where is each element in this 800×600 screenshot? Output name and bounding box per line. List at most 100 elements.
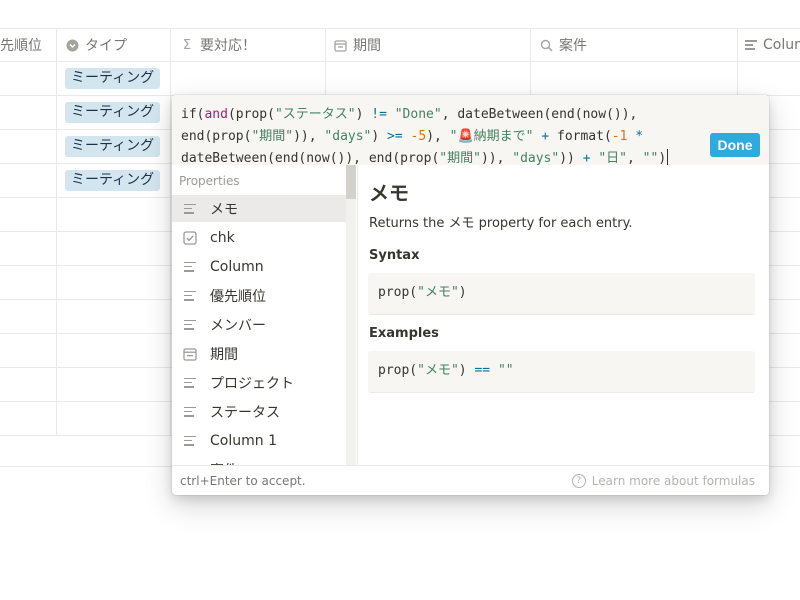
column-divider	[56, 28, 57, 435]
accept-hint: ctrl+Enter to accept.	[180, 474, 306, 488]
property-label: Column	[210, 258, 264, 275]
text-lines-icon	[182, 288, 198, 304]
formula-token: -5	[410, 129, 427, 144]
type-tag[interactable]: ミーティング	[65, 68, 161, 89]
property-label: メンバー	[210, 317, 266, 334]
property-item[interactable]: 案件	[172, 456, 346, 465]
syntax-heading: Syntax	[369, 248, 420, 263]
calendar-icon	[182, 346, 198, 362]
example-code: prop("メモ") == ""	[378, 363, 514, 378]
properties-heading: Properties	[179, 174, 240, 188]
column-header-label: 案件	[559, 38, 587, 54]
sigma-icon: Σ	[182, 37, 192, 53]
formula-text[interactable]: if(and(prop("ステータス") != "Done", dateBetw…	[181, 104, 711, 170]
property-label: 優先順位	[210, 288, 266, 305]
text-lines-icon	[182, 404, 198, 420]
formula-token: ""	[642, 151, 659, 166]
learn-more-link[interactable]: ? Learn more about formulas	[571, 474, 755, 488]
formula-token: >=	[387, 129, 403, 144]
column-header-label: 先順位	[0, 38, 42, 54]
formula-token	[387, 107, 395, 122]
formula-token: )	[355, 107, 372, 122]
property-label: プロジェクト	[210, 375, 294, 392]
formula-token: +	[541, 129, 550, 144]
doc-description: Returns the メモ property for each entry.	[369, 216, 633, 231]
type-tag[interactable]: ミーティング	[65, 102, 161, 123]
text-lines-icon	[182, 201, 198, 217]
table-border	[0, 61, 800, 62]
properties-list: Properties メモ chk Column 優先順位メンバー期間プロジェクト ステ…	[172, 165, 358, 465]
formula-token: +	[582, 151, 591, 166]
formula-token: )	[371, 129, 388, 144]
property-item[interactable]: プロジェクト	[172, 369, 346, 396]
column-header-period[interactable]: 期間	[333, 29, 523, 61]
formula-token: and	[204, 107, 228, 122]
formula-token: )),	[293, 129, 325, 144]
scrollbar-track[interactable]	[346, 165, 356, 465]
column-header-column[interactable]: Colum	[745, 29, 800, 61]
column-header-label: 期間	[353, 38, 381, 54]
formula-token: -1	[611, 129, 628, 144]
formula-token: if(	[181, 107, 205, 122]
column-header-action[interactable]: Σ 要対応！	[180, 29, 320, 61]
column-header-label: タイプ	[85, 38, 127, 54]
formula-token: "days"	[324, 129, 372, 144]
property-item[interactable]: Column	[172, 253, 346, 280]
syntax-code: prop("メモ")	[378, 285, 467, 300]
formula-token: ,	[627, 151, 643, 166]
formula-token: "🚨納期まで"	[449, 129, 534, 144]
formula-token: "Done"	[394, 107, 442, 122]
doc-title: メモ	[369, 181, 409, 205]
select-icon	[65, 38, 79, 52]
formula-token	[403, 129, 411, 144]
examples-heading: Examples	[369, 326, 439, 341]
column-divider	[170, 28, 171, 435]
column-header-type[interactable]: タイプ	[65, 29, 165, 61]
property-item[interactable]: ステータス	[172, 398, 346, 425]
property-item[interactable]: メンバー	[172, 311, 346, 338]
search-icon	[539, 38, 553, 52]
formula-token: "期間"	[251, 129, 294, 144]
example-code-block: prop("メモ") == ""	[368, 351, 755, 393]
formula-token: )	[658, 151, 667, 166]
text-lines-icon	[182, 317, 198, 333]
property-item[interactable]: Column 1	[172, 427, 346, 454]
formula-input[interactable]: if(and(prop("ステータス") != "Done", dateBetw…	[172, 95, 769, 166]
column-header-label: Colum	[763, 37, 800, 53]
column-header-priority[interactable]: 先順位	[0, 29, 56, 61]
property-label: メモ	[210, 201, 238, 218]
formula-token: "期間"	[439, 151, 481, 166]
property-item[interactable]: chk	[172, 224, 346, 251]
type-tag[interactable]: ミーティング	[65, 136, 161, 157]
checkbox-icon	[182, 230, 198, 246]
formula-token: end(prop(	[181, 129, 252, 144]
column-header-case[interactable]: 案件	[539, 29, 729, 61]
formula-token: (prop(	[227, 107, 275, 122]
done-button[interactable]: Done	[710, 133, 760, 157]
help-icon: ?	[571, 474, 586, 488]
learn-more-label: Learn more about formulas	[591, 474, 755, 488]
formula-token: ))	[559, 151, 583, 166]
column-header-label: 要対応！	[200, 38, 256, 54]
formula-token: "ステータス"	[274, 107, 356, 122]
formula-token: )),	[480, 151, 513, 166]
formula-token: "days"	[512, 151, 560, 166]
text-caret	[667, 149, 669, 165]
formula-token: !=	[371, 107, 387, 122]
popup-footer: ctrl+Enter to accept. ? Learn more about…	[172, 465, 769, 495]
syntax-code-block: prop("メモ")	[368, 273, 755, 315]
property-label: Column 1	[210, 432, 277, 449]
scrollbar-thumb[interactable]	[346, 165, 356, 199]
property-item[interactable]: メモ	[172, 195, 346, 222]
text-lines-icon	[182, 259, 198, 275]
formula-token: "日"	[598, 151, 628, 166]
formula-editor-popup: if(and(prop("ステータス") != "Done", dateBetw…	[172, 95, 769, 495]
calendar-icon	[333, 38, 347, 52]
text-lines-icon	[745, 38, 757, 52]
property-item[interactable]: 優先順位	[172, 282, 346, 309]
property-label: ステータス	[210, 404, 280, 421]
property-label: chk	[210, 229, 235, 246]
type-tag[interactable]: ミーティング	[65, 170, 161, 191]
text-lines-icon	[182, 433, 198, 449]
property-item[interactable]: 期間	[172, 340, 346, 367]
